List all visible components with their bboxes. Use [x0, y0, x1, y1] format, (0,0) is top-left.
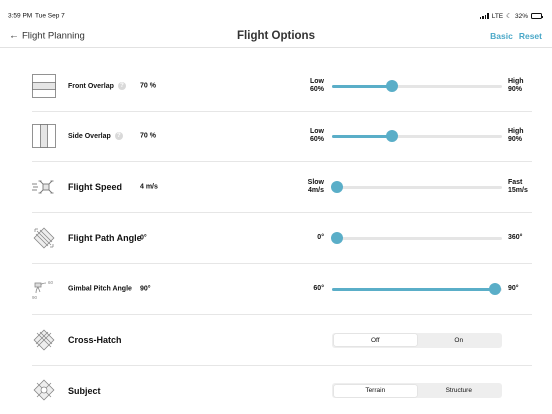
flight-speed-label: Flight Speed	[68, 182, 122, 192]
setting-row-cross-hatch: Cross-Hatch Off On	[32, 315, 532, 366]
slider-thumb[interactable]	[331, 181, 344, 193]
setting-row-subject: Subject Terrain Structure	[32, 365, 532, 414]
help-icon[interactable]: ?	[114, 132, 123, 140]
subject-label: Subject	[68, 385, 101, 396]
side-overlap-max-value: 90%	[508, 136, 523, 143]
slider-thumb[interactable]	[385, 80, 398, 92]
flight-path-angle-min: 0°	[317, 234, 324, 241]
status-time: 3:59 PM	[8, 12, 33, 20]
side-overlap-title: Side Overlap	[68, 132, 111, 140]
gimbal-pitch-min: 60°	[313, 285, 324, 292]
setting-row-side-overlap: Side Overlap ? 70 % Low 60% High 90%	[32, 111, 532, 162]
side-overlap-max: High 90%	[508, 128, 524, 144]
flight-speed-min-label: Slow	[307, 179, 324, 186]
side-overlap-min: Low 60%	[310, 128, 324, 144]
setting-row-front-overlap: Front Overlap ? 70 % Low 60% High 90%	[32, 61, 532, 112]
battery-icon	[531, 13, 543, 19]
reset-button[interactable]: Reset	[519, 31, 542, 41]
flight-path-angle-icon	[33, 227, 55, 249]
slider-thumb[interactable]	[489, 283, 502, 295]
front-overlap-max-value: 90%	[508, 86, 523, 93]
side-overlap-max-label: High	[508, 128, 524, 135]
side-overlap-value: 70 %	[140, 132, 156, 140]
gimbal-pitch-max: 90°	[508, 285, 519, 292]
gimbal-pitch-slider[interactable]	[332, 283, 502, 295]
network-label: LTE	[491, 12, 504, 20]
flight-speed-slider[interactable]	[331, 181, 502, 193]
flight-speed-max: Fast 15m/s	[508, 179, 528, 195]
front-overlap-icon	[32, 74, 56, 98]
signal-icon	[479, 13, 489, 19]
side-overlap-label: Side Overlap ?	[68, 132, 123, 140]
cross-hatch-toggle[interactable]: Off On	[332, 332, 502, 348]
back-button[interactable]: ← Flight Planning	[9, 31, 85, 42]
flight-path-angle-slider[interactable]	[331, 232, 502, 244]
cross-hatch-icon	[33, 329, 55, 351]
front-overlap-min: Low 60%	[310, 78, 324, 94]
slider-fill	[332, 287, 496, 291]
gimbal-icon-label-60: 60	[48, 280, 54, 285]
back-arrow-icon: ←	[9, 30, 19, 42]
nav-actions: Basic Reset	[490, 31, 542, 41]
slider-fill	[332, 84, 392, 88]
side-overlap-min-label: Low	[310, 128, 324, 135]
side-overlap-slider[interactable]	[332, 130, 502, 142]
setting-row-gimbal-pitch: 60 90 Gimbal Pitch Angle 90° 60° 90°	[32, 264, 532, 315]
back-label: Flight Planning	[22, 30, 85, 42]
flight-speed-max-value: 15m/s	[508, 187, 528, 194]
flight-speed-max-label: Fast	[508, 179, 523, 186]
gimbal-icon-label-90: 90	[32, 295, 38, 300]
subject-option-structure[interactable]: Structure	[417, 385, 501, 397]
basic-button[interactable]: Basic	[490, 31, 513, 41]
side-overlap-min-value: 60%	[309, 136, 324, 143]
status-date: Tue Sep 7	[35, 12, 65, 20]
status-indicators: LTE ☾ 32%	[479, 12, 543, 20]
front-overlap-value: 70 %	[140, 82, 156, 90]
subject-toggle[interactable]: Terrain Structure	[332, 383, 502, 398]
side-overlap-icon	[32, 124, 56, 148]
flight-path-angle-value: 0°	[140, 234, 147, 242]
drone-speed-icon	[32, 180, 54, 194]
flight-speed-min-value: 4m/s	[308, 187, 324, 194]
flight-speed-value: 4 m/s	[140, 183, 158, 191]
subject-option-terrain[interactable]: Terrain	[333, 384, 417, 397]
status-bar: 3:59 PM Tue Sep 7 LTE ☾ 32%	[0, 0, 552, 22]
flight-speed-min: Slow 4m/s	[308, 179, 324, 195]
setting-row-flight-speed: Flight Speed 4 m/s Slow 4m/s Fast 15m/s	[32, 162, 532, 213]
page-title: Flight Options	[237, 30, 315, 42]
gimbal-pitch-value: 90°	[140, 285, 151, 293]
front-overlap-label: Front Overlap ?	[68, 82, 126, 90]
slider-fill	[332, 134, 392, 138]
front-overlap-slider[interactable]	[332, 80, 502, 92]
help-icon[interactable]: ?	[117, 82, 126, 90]
front-overlap-min-value: 60%	[309, 86, 324, 93]
front-overlap-max-label: High	[508, 78, 524, 85]
slider-thumb[interactable]	[331, 232, 344, 244]
battery-label: 32%	[514, 12, 528, 20]
moon-icon: ☾	[506, 13, 512, 20]
gimbal-pitch-label: Gimbal Pitch Angle	[68, 285, 132, 293]
cross-hatch-label: Cross-Hatch	[68, 335, 122, 345]
nav-bar: ← Flight Planning Flight Options Basic R…	[0, 24, 552, 48]
gimbal-pitch-icon: 60 90	[32, 280, 54, 300]
cross-hatch-option-off[interactable]: Off	[333, 334, 417, 346]
flight-path-angle-label: Flight Path Angle	[68, 233, 142, 243]
setting-row-flight-path-angle: Flight Path Angle 0° 0° 360°	[32, 213, 532, 264]
flight-path-angle-max: 360°	[508, 234, 523, 241]
subject-icon	[33, 379, 55, 401]
front-overlap-max: High 90%	[508, 78, 524, 94]
slider-thumb[interactable]	[385, 130, 398, 142]
front-overlap-min-label: Low	[310, 78, 324, 85]
front-overlap-title: Front Overlap	[68, 82, 114, 90]
cross-hatch-option-on[interactable]: On	[417, 334, 501, 346]
